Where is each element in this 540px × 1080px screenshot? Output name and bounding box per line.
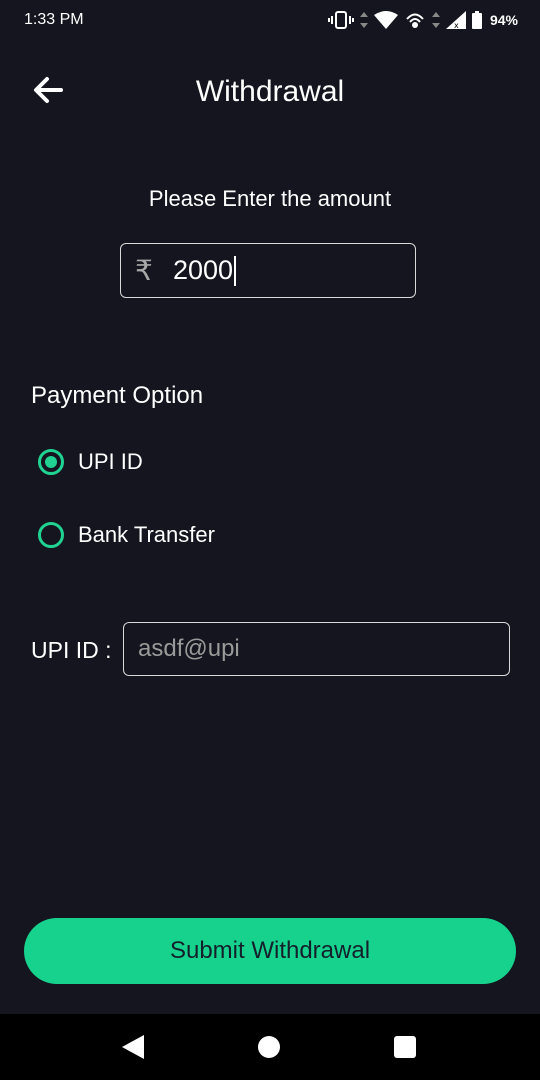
page-title: Withdrawal [195,75,345,108]
submit-withdrawal-button[interactable]: Submit Withdrawal [24,918,516,984]
upi-id-input[interactable] [123,622,510,676]
nav-recents-icon[interactable] [394,1036,416,1058]
radio-button-checked[interactable] [38,449,64,475]
nav-back-icon[interactable] [122,1035,144,1059]
radio-label-upi: UPI ID [78,449,143,474]
hotspot-icon [406,13,424,28]
status-icons: x 94% [327,9,518,31]
amount-value: 2000 [173,255,234,285]
data-arrows-icon [359,12,368,28]
radio-button-unchecked[interactable] [38,522,64,548]
data-arrows-icon [431,12,440,28]
upi-id-label: UPI ID : [31,637,112,663]
navigation-bar [0,1014,540,1080]
amount-prompt: Please Enter the amount [148,186,392,211]
status-bar: 1:33 PM x 94% [0,0,540,40]
text-cursor [234,255,237,286]
radio-option-upi[interactable]: UPI ID [38,449,143,475]
payment-option-title: Payment Option [31,382,204,409]
battery-icon [471,11,482,29]
battery-percent: 94% [489,12,518,28]
svg-text:x: x [454,21,459,29]
app-bar: Withdrawal [0,56,540,126]
wifi-icon [373,11,398,29]
rupee-icon: ₹ [135,255,153,286]
radio-option-bank-transfer[interactable]: Bank Transfer [38,522,215,548]
nav-home-icon[interactable] [258,1036,280,1058]
signal-icon: x [445,11,466,29]
radio-label-bank-transfer: Bank Transfer [78,522,215,547]
amount-input[interactable]: ₹ 2000 [120,243,416,298]
vibrate-icon [327,11,354,29]
status-time: 1:33 PM [24,11,84,28]
